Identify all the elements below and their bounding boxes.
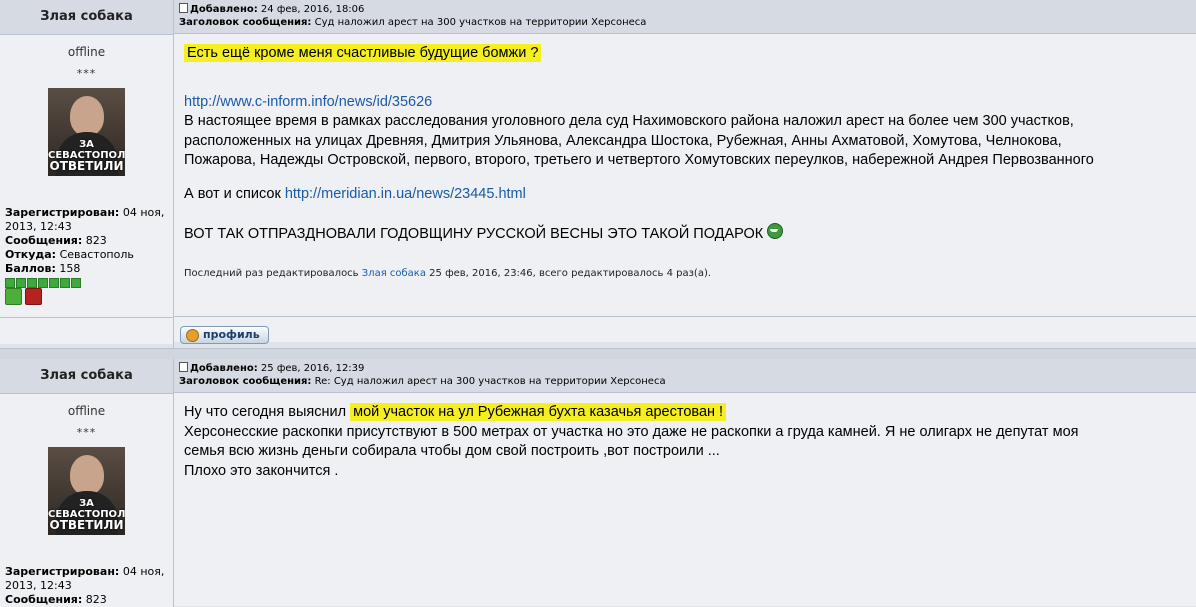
avatar: ЗА СЕВАСТОПОЛЬ ОТВЕТИЛИ bbox=[48, 447, 125, 535]
post-1: Злая собака offline *** ЗА СЕВАСТОПОЛЬ О… bbox=[0, 0, 1196, 348]
post-2-author-panel: Злая собака offline *** ЗА СЕВАСТОПОЛЬ О… bbox=[0, 359, 174, 607]
post-link-icon[interactable] bbox=[179, 362, 188, 372]
profile-button[interactable]: профиль bbox=[180, 326, 269, 344]
vote-controls bbox=[0, 288, 173, 306]
thumbs-down-icon[interactable] bbox=[25, 288, 42, 305]
rank-stars: *** bbox=[76, 426, 97, 439]
news-link[interactable]: http://www.c-inform.info/news/id/35626 bbox=[184, 94, 432, 110]
online-status: offline bbox=[67, 45, 106, 59]
post-link-icon[interactable] bbox=[179, 3, 188, 13]
post-1-content: Добавлено: 24 фев, 2016, 18:06 Заголовок… bbox=[174, 0, 1196, 348]
post-separator bbox=[0, 348, 1196, 359]
profile-icon bbox=[186, 329, 199, 342]
edit-note: Последний раз редактировалось Злая собак… bbox=[184, 267, 712, 279]
avatar: ЗА СЕВАСТОПОЛЬ ОТВЕТИЛИ bbox=[48, 88, 125, 176]
post-2-content: Добавлено: 25 фев, 2016, 12:39 Заголовок… bbox=[174, 359, 1196, 607]
highlighted-text: мой участок на ул Рубежная бухта казачья… bbox=[350, 403, 727, 421]
post-body: Ну что сегодня выяснил мой участок на ул… bbox=[174, 393, 1196, 606]
post-meta: Добавлено: 25 фев, 2016, 12:39 Заголовок… bbox=[174, 359, 1196, 393]
profile-info: Зарегистрирован: 04 ноя, 2013, 12:43 Соо… bbox=[5, 565, 165, 606]
list-link[interactable]: http://meridian.in.ua/news/23445.html bbox=[285, 186, 526, 202]
online-status: offline bbox=[67, 404, 106, 418]
post-1-author-panel: Злая собака offline *** ЗА СЕВАСТОПОЛЬ О… bbox=[0, 0, 174, 348]
editor-link[interactable]: Злая собака bbox=[362, 268, 426, 279]
grin-smiley-icon bbox=[767, 223, 784, 239]
post-meta: Добавлено: 24 фев, 2016, 18:06 Заголовок… bbox=[174, 0, 1196, 34]
reputation-bar bbox=[0, 277, 173, 288]
author-name[interactable]: Злая собака bbox=[0, 0, 173, 35]
post-2: Злая собака offline *** ЗА СЕВАСТОПОЛЬ О… bbox=[0, 359, 1196, 607]
author-name[interactable]: Злая собака bbox=[0, 359, 173, 394]
thumbs-up-icon[interactable] bbox=[5, 288, 22, 305]
profile-info: Зарегистрирован: 04 ноя, 2013, 12:43 Соо… bbox=[5, 206, 165, 275]
post-body: Есть ещё кроме меня счастливые будущие б… bbox=[174, 34, 1196, 316]
rank-stars: *** bbox=[76, 67, 97, 80]
highlighted-text: Есть ещё кроме меня счастливые будущие б… bbox=[184, 44, 542, 62]
